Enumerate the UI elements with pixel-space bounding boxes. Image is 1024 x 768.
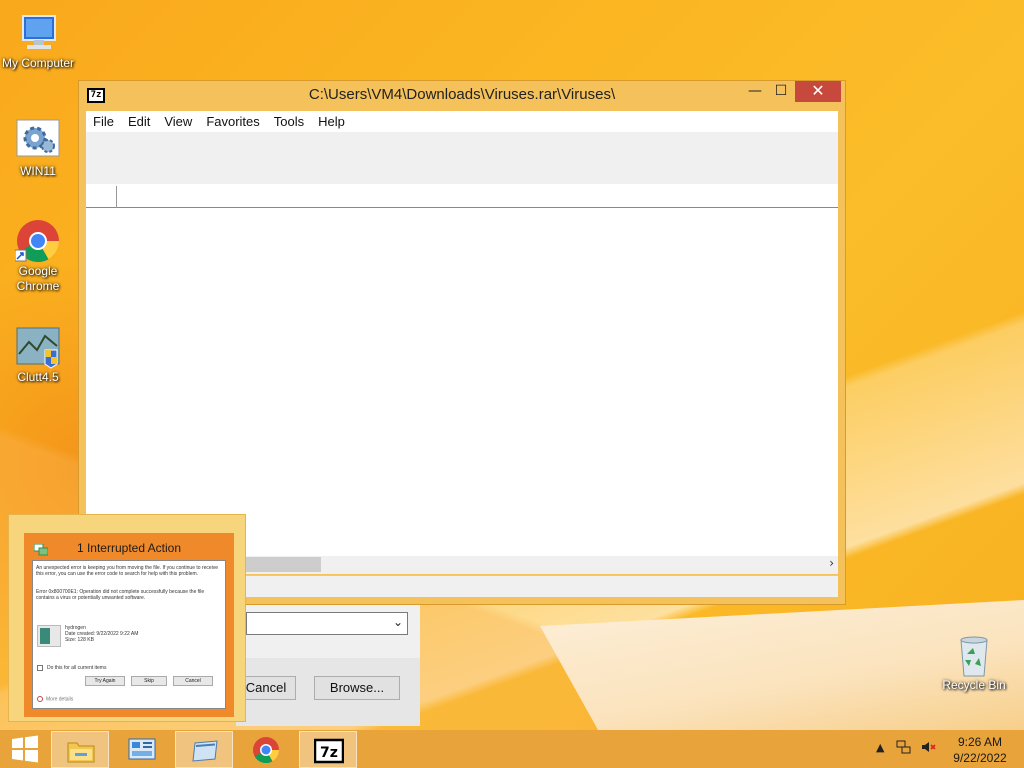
desktop-icon-win11[interactable]: WIN11 [0, 118, 76, 179]
start-button[interactable] [4, 730, 46, 768]
browse-button[interactable]: Browse... [314, 676, 400, 700]
recycle-bin-icon [951, 632, 997, 678]
more-details-toggle[interactable]: More details [37, 696, 73, 702]
file-size: Size: 128 KB [65, 637, 94, 643]
preview-title: 1 Interrupted Action [76, 541, 182, 555]
close-button[interactable]: ✕ [795, 81, 841, 102]
clock[interactable]: 9:26 AM 9/22/2022 [944, 734, 1016, 766]
menu-view[interactable]: View [157, 112, 199, 129]
desktop-icon-recycle-bin[interactable]: Recycle Bin [936, 632, 1012, 693]
title-bar[interactable]: 7z C:\Users\VM4\Downloads\Viruses.rar\Vi… [79, 81, 845, 111]
windows-logo-icon [12, 735, 38, 763]
apply-all-checkbox[interactable] [37, 665, 43, 671]
taskbar-item-control-panel[interactable] [113, 731, 171, 768]
speaker-muted-icon[interactable] [920, 739, 936, 758]
svg-text:7z: 7z [320, 745, 338, 761]
chevron-down-icon: ⌄ [392, 615, 403, 629]
minimize-button[interactable]: — [742, 81, 768, 102]
seven-zip-icon: 7z [313, 737, 345, 765]
error-message: An unexpected error is keeping you from … [36, 565, 219, 577]
maximize-button[interactable]: ☐ [768, 81, 794, 102]
extract-dialog: ⌄ Cancel Browse... [236, 600, 420, 726]
window-title: C:\Users\VM4\Downloads\Viruses.rar\Virus… [308, 86, 616, 103]
menu-file[interactable]: File [86, 112, 121, 129]
settings-gear-icon [15, 118, 61, 164]
menu-edit[interactable]: Edit [121, 112, 157, 129]
desktop-icon-my-computer[interactable]: My Computer [0, 10, 76, 71]
toolbar [86, 132, 838, 184]
menu-tools[interactable]: Tools [267, 112, 311, 129]
show-hidden-icons-icon[interactable]: ▲ [876, 741, 884, 754]
destination-combo[interactable]: ⌄ [246, 612, 408, 635]
network-icon[interactable] [896, 739, 912, 758]
extract-dialog-button-area: Cancel Browse... [236, 658, 420, 726]
cancel-button[interactable]: Cancel [173, 676, 213, 686]
chrome-icon [14, 218, 61, 264]
scrollbar-thumb[interactable] [246, 557, 321, 572]
system-tray: ▲ [870, 730, 940, 768]
folder-icon [66, 737, 96, 765]
skip-button[interactable]: Skip [131, 676, 167, 686]
computer-icon [15, 10, 61, 56]
error-code: Error 0x800700E1: Operation did not comp… [36, 589, 205, 601]
address-bar[interactable] [86, 184, 838, 208]
file-icon [37, 625, 61, 647]
control-panel-icon [127, 736, 157, 764]
menu-favorites[interactable]: Favorites [199, 112, 266, 129]
window-icon [190, 737, 220, 765]
clock-time: 9:26 AM [957, 735, 1003, 749]
apply-all-label: Do this for all current items [47, 665, 107, 671]
try-again-button[interactable]: Try Again [85, 676, 125, 686]
more-details-label: More details [46, 696, 74, 703]
desktop-icon-clutt[interactable]: Clutt4.5 [0, 324, 76, 385]
clutt-app-icon [15, 324, 61, 370]
interrupted-action-preview[interactable]: 1 Interrupted Action An unexpected error… [8, 514, 246, 722]
taskbar: 7z ▲ 9:26 AM 9/22/2022 [0, 730, 1024, 768]
preview-window: 1 Interrupted Action An unexpected error… [24, 533, 234, 717]
menu-bar: File Edit View Favorites Tools Help [86, 111, 838, 132]
chrome-icon [251, 736, 281, 764]
interrupted-action-dialog: An unexpected error is keeping you from … [32, 560, 226, 709]
address-separator [116, 186, 117, 208]
taskbar-item-seven-zip[interactable]: 7z [299, 731, 357, 768]
scroll-right-arrow-icon[interactable]: › [829, 556, 834, 570]
menu-help[interactable]: Help [311, 112, 352, 129]
taskbar-item-file-explorer[interactable] [51, 731, 109, 768]
clock-date: 9/22/2022 [953, 751, 1007, 765]
expand-icon [37, 696, 43, 702]
desktop-icon-google-chrome[interactable]: Google Chrome [0, 218, 76, 294]
taskbar-item-clutt-window[interactable] [175, 731, 233, 768]
taskbar-item-google-chrome[interactable] [237, 731, 295, 768]
